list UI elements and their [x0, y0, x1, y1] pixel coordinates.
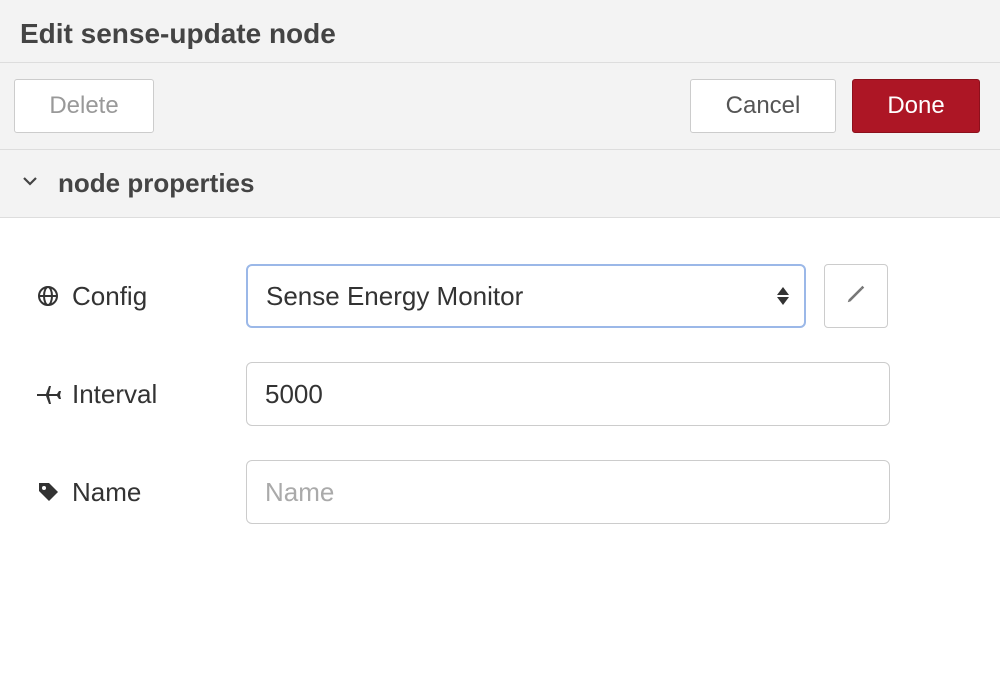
pencil-icon	[845, 283, 867, 310]
label-interval: Interval	[36, 379, 246, 410]
plane-icon	[36, 383, 66, 405]
label-config: Config	[36, 281, 246, 312]
select-caret-icon	[776, 284, 790, 308]
tag-icon	[36, 480, 66, 504]
name-input[interactable]	[246, 460, 890, 524]
globe-icon	[36, 284, 66, 308]
row-interval: Interval	[36, 362, 964, 426]
form-area: Config Sense Energy Monitor	[0, 218, 1000, 588]
dialog-header: Edit sense-update node	[0, 0, 1000, 63]
label-interval-text: Interval	[72, 379, 157, 410]
dialog-title: Edit sense-update node	[20, 18, 980, 50]
edit-config-button[interactable]	[824, 264, 888, 328]
section-title: node properties	[58, 168, 254, 199]
config-select-value: Sense Energy Monitor	[266, 281, 523, 312]
label-name-text: Name	[72, 477, 141, 508]
interval-input[interactable]	[246, 362, 890, 426]
row-name: Name	[36, 460, 964, 524]
delete-button[interactable]: Delete	[14, 79, 154, 133]
config-select[interactable]: Sense Energy Monitor	[246, 264, 806, 328]
row-config: Config Sense Energy Monitor	[36, 264, 964, 328]
done-button[interactable]: Done	[852, 79, 980, 133]
label-name: Name	[36, 477, 246, 508]
label-config-text: Config	[72, 281, 147, 312]
action-bar: Delete Cancel Done	[0, 63, 1000, 150]
cancel-button[interactable]: Cancel	[690, 79, 836, 133]
section-header[interactable]: node properties	[0, 150, 1000, 218]
chevron-down-icon	[22, 173, 44, 194]
